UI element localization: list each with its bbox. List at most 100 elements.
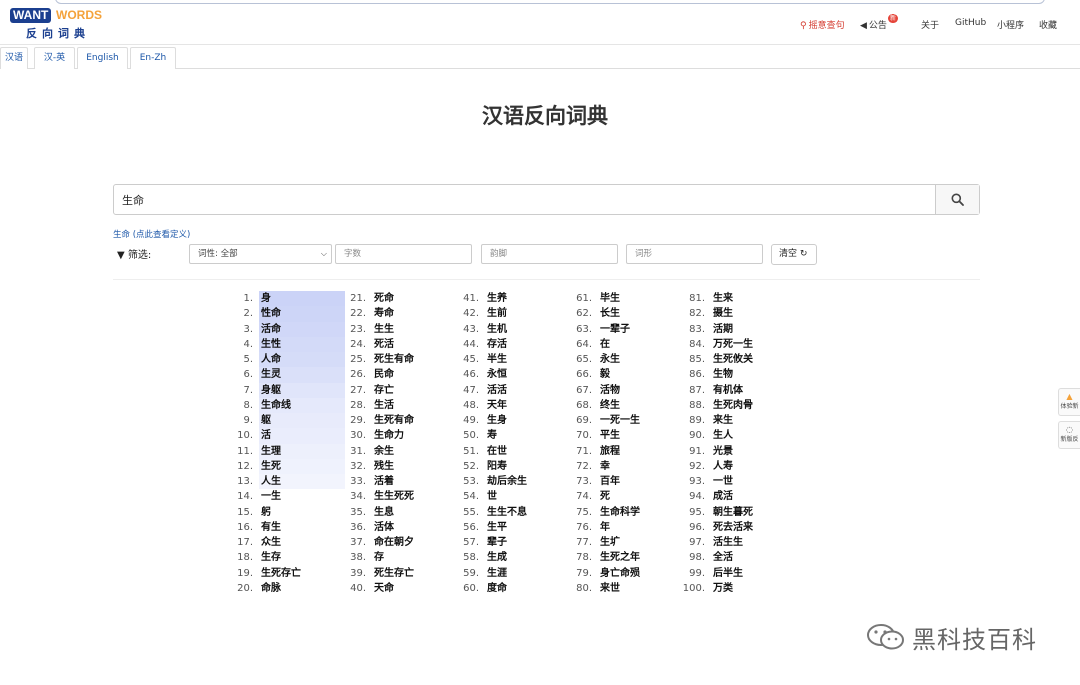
- result-word[interactable]: 永生: [598, 352, 622, 367]
- result-item[interactable]: 8. 生命线: [227, 397, 345, 413]
- result-word[interactable]: 有机体: [711, 383, 745, 398]
- result-item[interactable]: 58. 生成: [453, 550, 566, 565]
- result-item[interactable]: 23. 生生: [340, 322, 453, 337]
- result-word[interactable]: 残生: [372, 459, 396, 474]
- result-word[interactable]: 生死存亡: [259, 566, 303, 581]
- result-word[interactable]: 幸: [598, 459, 612, 474]
- result-word[interactable]: 成活: [711, 489, 735, 504]
- result-word[interactable]: 旅程: [598, 444, 622, 459]
- nav-announcement[interactable]: ◀ 公告 新: [860, 14, 899, 32]
- result-word[interactable]: 辈子: [485, 535, 509, 550]
- result-word[interactable]: 存活: [485, 337, 509, 352]
- result-item[interactable]: 34. 生生死死: [340, 489, 453, 504]
- result-item[interactable]: 50. 寿: [453, 428, 566, 443]
- result-word[interactable]: 生死攸关: [711, 352, 755, 367]
- result-word[interactable]: 在世: [485, 444, 509, 459]
- result-item[interactable]: 82. 摄生: [679, 306, 792, 321]
- nav-about[interactable]: 关于: [921, 18, 939, 32]
- result-word[interactable]: 民命: [372, 367, 396, 382]
- result-item[interactable]: 16. 有生: [227, 520, 340, 535]
- logo[interactable]: WANT WORDS 反向词典: [10, 8, 110, 42]
- result-word[interactable]: 来生: [711, 413, 735, 428]
- result-word[interactable]: 躬: [259, 505, 273, 520]
- rhyme-field[interactable]: 韵脚: [481, 244, 618, 264]
- result-item[interactable]: 79. 身亡命殒: [566, 566, 679, 581]
- result-item[interactable]: 28. 生活: [340, 398, 453, 413]
- result-word[interactable]: 半生: [485, 352, 509, 367]
- result-item[interactable]: 21. 死命: [340, 291, 453, 306]
- result-item[interactable]: 81. 生来: [679, 291, 792, 306]
- result-word[interactable]: 命脉: [259, 581, 283, 596]
- result-item[interactable]: 29. 生死有命: [340, 413, 453, 428]
- result-word[interactable]: 生前: [485, 306, 509, 321]
- result-word[interactable]: 生死有命: [372, 413, 416, 428]
- result-item[interactable]: 26. 民命: [340, 367, 453, 382]
- result-item[interactable]: 25. 死生有命: [340, 352, 453, 367]
- result-word[interactable]: 活: [259, 428, 273, 443]
- tab-en-zh[interactable]: En-Zh: [130, 47, 176, 69]
- result-item[interactable]: 41. 生养: [453, 291, 566, 306]
- result-word[interactable]: 活体: [372, 520, 396, 535]
- result-word[interactable]: 生平: [485, 520, 509, 535]
- clear-button[interactable]: 清空 ↻: [771, 244, 817, 265]
- result-word[interactable]: 有生: [259, 520, 283, 535]
- result-item[interactable]: 61. 毕生: [566, 291, 679, 306]
- result-word[interactable]: 毅: [598, 367, 612, 382]
- result-item[interactable]: 31. 余生: [340, 444, 453, 459]
- result-word[interactable]: 死活: [372, 337, 396, 352]
- result-word[interactable]: 众生: [259, 535, 283, 550]
- result-item[interactable]: 46. 永恒: [453, 367, 566, 382]
- result-word[interactable]: 在: [598, 337, 612, 352]
- result-word[interactable]: 身亡命殒: [598, 566, 642, 581]
- result-item[interactable]: 62. 长生: [566, 306, 679, 321]
- result-item[interactable]: 68. 终生: [566, 398, 679, 413]
- result-item[interactable]: 55. 生生不息: [453, 505, 566, 520]
- result-item[interactable]: 85. 生死攸关: [679, 352, 792, 367]
- result-item[interactable]: 88. 生死肉骨: [679, 398, 792, 413]
- result-word[interactable]: 活着: [372, 474, 396, 489]
- result-word[interactable]: 平生: [598, 428, 622, 443]
- result-word[interactable]: 死生存亡: [372, 566, 416, 581]
- result-word[interactable]: 生灵: [259, 367, 283, 382]
- tab-chinese[interactable]: 汉语: [0, 47, 28, 69]
- result-word[interactable]: 死命: [372, 291, 396, 306]
- result-item[interactable]: 11. 生理: [227, 443, 345, 459]
- side-new-version-widget[interactable]: ◌ 新版反: [1058, 421, 1080, 449]
- result-word[interactable]: 生生: [372, 322, 396, 337]
- result-item[interactable]: 49. 生身: [453, 413, 566, 428]
- result-word[interactable]: 朝生暮死: [711, 505, 755, 520]
- result-item[interactable]: 64. 在: [566, 337, 679, 352]
- result-item[interactable]: 73. 百年: [566, 474, 679, 489]
- result-word[interactable]: 摄生: [711, 306, 735, 321]
- result-item[interactable]: 1. 身: [227, 291, 345, 307]
- result-word[interactable]: 寿: [485, 428, 499, 443]
- result-item[interactable]: 14. 一生: [227, 489, 340, 504]
- result-item[interactable]: 83. 活期: [679, 322, 792, 337]
- result-word[interactable]: 生成: [485, 550, 509, 565]
- result-item[interactable]: 35. 生息: [340, 505, 453, 520]
- result-word[interactable]: 生死: [259, 459, 283, 474]
- result-word[interactable]: 长生: [598, 306, 622, 321]
- result-word[interactable]: 余生: [372, 444, 396, 459]
- result-item[interactable]: 75. 生命科学: [566, 505, 679, 520]
- result-item[interactable]: 45. 半生: [453, 352, 566, 367]
- nav-sentence-search[interactable]: ⚲ 摇意查句: [800, 18, 845, 32]
- result-item[interactable]: 66. 毅: [566, 367, 679, 382]
- tab-english[interactable]: English: [77, 47, 128, 69]
- result-item[interactable]: 53. 劫后余生: [453, 474, 566, 489]
- result-item[interactable]: 43. 生机: [453, 322, 566, 337]
- result-word[interactable]: 生性: [259, 337, 283, 352]
- result-item[interactable]: 86. 生物: [679, 367, 792, 382]
- result-word[interactable]: 一生: [259, 489, 283, 504]
- result-item[interactable]: 20. 命脉: [227, 581, 340, 596]
- result-word[interactable]: 生命力: [372, 428, 406, 443]
- result-item[interactable]: 3. 活命: [227, 321, 345, 337]
- result-word[interactable]: 度命: [485, 581, 509, 596]
- result-item[interactable]: 6. 生灵: [227, 367, 345, 383]
- result-item[interactable]: 30. 生命力: [340, 428, 453, 443]
- result-item[interactable]: 78. 生死之年: [566, 550, 679, 565]
- result-item[interactable]: 22. 寿命: [340, 306, 453, 321]
- result-item[interactable]: 27. 存亡: [340, 383, 453, 398]
- result-word[interactable]: 命在朝夕: [372, 535, 416, 550]
- result-word[interactable]: 死: [598, 489, 612, 504]
